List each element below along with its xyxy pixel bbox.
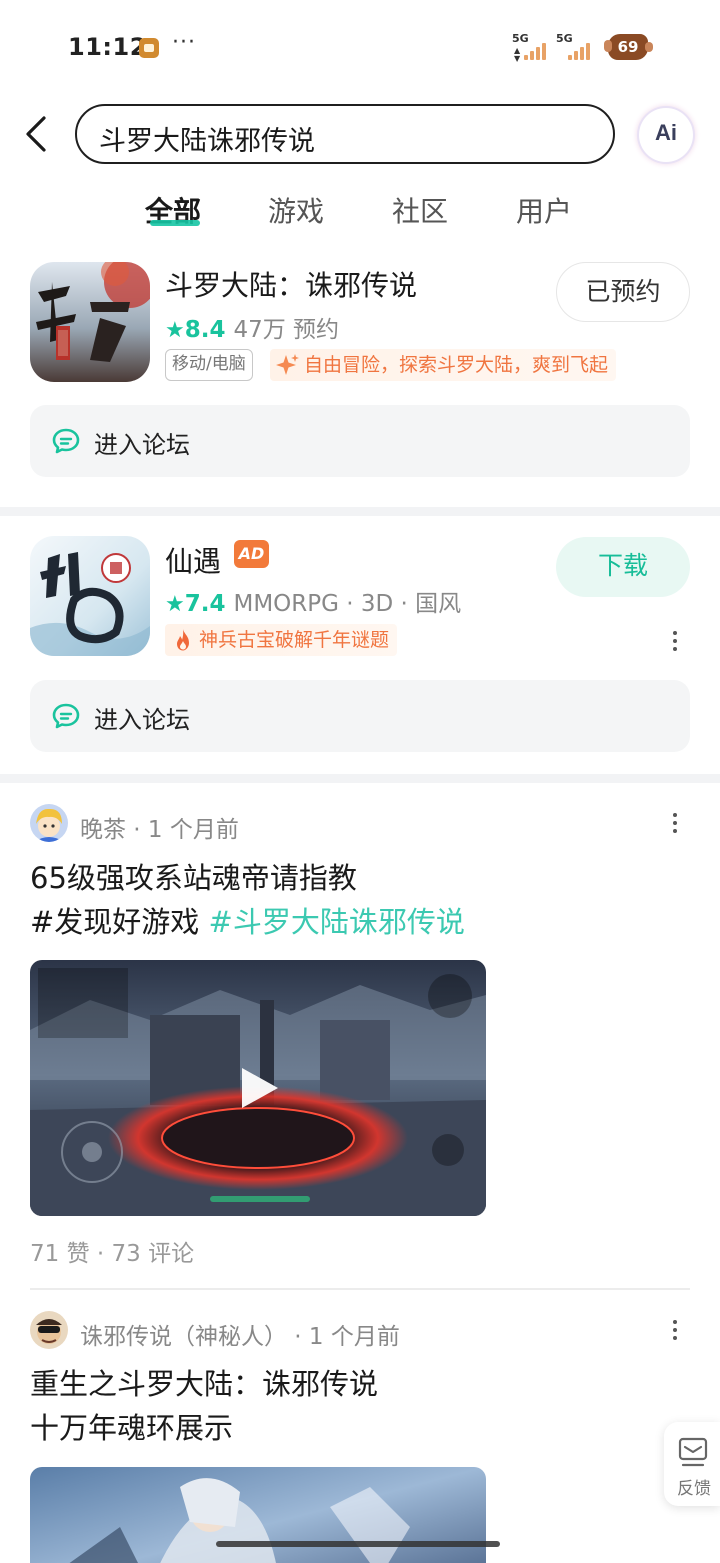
platform-tag: 移动/电脑: [165, 349, 253, 381]
game-highlight: 自由冒险，探索斗罗大陆，爽到飞起: [270, 349, 617, 381]
sparkle-icon: [276, 354, 299, 375]
status-bar: 11:12 ··· 5G ▲ ▼ 5G 69: [0, 0, 720, 96]
post-stats: 71 赞 · 73 评论: [30, 1241, 195, 1267]
tab-community[interactable]: 社区: [392, 190, 448, 230]
post-card[interactable]: 诛邪传说（神秘人） · 1 个月前 重生之斗罗大陆：诛邪传说 十万年魂环展示: [0, 1306, 720, 1563]
chat-bubble-icon: [52, 703, 80, 729]
game-icon[interactable]: [30, 536, 150, 656]
more-options-icon[interactable]: [668, 811, 682, 835]
reservation-count: 47万 预约: [233, 317, 340, 343]
game-title[interactable]: 斗罗大陆：诛邪传说: [165, 264, 417, 304]
feedback-icon: [678, 1437, 708, 1467]
avatar[interactable]: [30, 804, 68, 842]
fire-icon: [177, 629, 189, 651]
download-button[interactable]: 下载: [556, 537, 690, 597]
game-card[interactable]: 斗罗大陆：诛邪传说 ★8.4 47万 预约 移动/电脑 自由冒险，探索斗罗大陆，爽…: [0, 260, 720, 500]
chevron-left-icon: [26, 116, 46, 152]
ai-label: Ai: [655, 120, 677, 145]
game-icon[interactable]: [30, 262, 150, 382]
post-card[interactable]: 晚茶 · 1 个月前 65级强攻系站魂帝请指教 #发现好游戏 #斗罗大陆诛邪传说: [0, 800, 720, 1270]
more-options-icon[interactable]: [668, 629, 682, 653]
game-genre: MMORPG · 3D · 国风: [233, 591, 462, 617]
post-meta: 诛邪传说（神秘人） · 1 个月前: [80, 1317, 400, 1351]
more-options-icon[interactable]: [668, 1318, 682, 1342]
video-thumbnail[interactable]: [30, 960, 486, 1216]
post-divider: [30, 1288, 690, 1290]
game-title[interactable]: 仙遇: [165, 540, 221, 580]
hashtag[interactable]: #发现好游戏: [30, 905, 199, 939]
post-author[interactable]: 晚茶: [80, 817, 126, 843]
post-title[interactable]: 重生之斗罗大陆：诛邪传说 十万年魂环展示: [30, 1362, 378, 1450]
section-divider: [0, 507, 720, 516]
star-icon: ★: [165, 592, 185, 617]
feedback-button[interactable]: 反馈: [664, 1422, 720, 1506]
post-title[interactable]: 65级强攻系站魂帝请指教 #发现好游戏 #斗罗大陆诛邪传说: [30, 856, 465, 944]
hashtag-link[interactable]: #斗罗大陆诛邪传说: [209, 905, 465, 939]
back-button[interactable]: [18, 112, 58, 156]
post-author[interactable]: 诛邪传说（神秘人）: [80, 1324, 287, 1350]
enter-forum-label: 进入论坛: [94, 431, 190, 459]
post-title-line: 十万年魂环展示: [30, 1411, 234, 1445]
battery-icon: 69: [604, 34, 653, 60]
ad-badge: AD: [234, 540, 269, 568]
active-tab-indicator: [150, 220, 200, 226]
highlight-text: 神兵古宝破解千年谜题: [199, 629, 390, 651]
highlight-text: 自由冒险，探索斗罗大陆，爽到飞起: [304, 354, 609, 376]
signal-icon: 5G: [556, 32, 594, 62]
game-card-ad[interactable]: 仙遇 AD ★7.4 MMORPG · 3D · 国风 神兵古宝破解千年谜题 下载…: [0, 536, 720, 776]
search-input[interactable]: 斗罗大陆诛邪传说: [75, 104, 615, 164]
ai-assistant-button[interactable]: Ai: [639, 108, 693, 162]
enter-forum-button[interactable]: 进入论坛: [30, 405, 690, 477]
rating-score: 7.4: [184, 591, 226, 617]
tab-users[interactable]: 用户: [516, 190, 572, 230]
home-indicator[interactable]: [216, 1541, 500, 1547]
status-time: 11:12: [68, 33, 147, 61]
feedback-label: 反馈: [677, 1479, 711, 1499]
search-value: 斗罗大陆诛邪传说: [99, 126, 315, 157]
enter-forum-button[interactable]: 进入论坛: [30, 680, 690, 752]
post-tags: #发现好游戏 #斗罗大陆诛邪传说: [30, 900, 465, 944]
avatar[interactable]: [30, 1311, 68, 1349]
chat-bubble-icon: [52, 428, 80, 454]
game-rating-row: ★8.4 47万 预约: [165, 310, 339, 344]
reserved-button[interactable]: 已预约: [556, 262, 690, 322]
post-meta: 晚茶 · 1 个月前: [80, 810, 239, 844]
post-title-line: 重生之斗罗大陆：诛邪传说: [30, 1367, 379, 1401]
app-notification-icon: [139, 38, 159, 58]
post-image[interactable]: [30, 1467, 486, 1563]
post-time: · 1 个月前: [287, 1324, 400, 1350]
signal-icon: 5G ▲ ▼: [512, 32, 550, 63]
game-highlight: 神兵古宝破解千年谜题: [165, 624, 398, 656]
star-icon: ★: [165, 318, 185, 343]
status-more-indicator: ···: [172, 30, 196, 55]
game-rating-row: ★7.4 MMORPG · 3D · 国风: [165, 584, 461, 618]
enter-forum-label: 进入论坛: [94, 706, 190, 734]
tab-games[interactable]: 游戏: [268, 190, 324, 230]
post-time: · 1 个月前: [126, 817, 239, 843]
post-title-line: 65级强攻系站魂帝请指教: [30, 861, 357, 895]
rating-score: 8.4: [184, 317, 226, 343]
section-divider: [0, 774, 720, 783]
search-tabs: 全部 游戏 社区 用户: [0, 186, 720, 236]
